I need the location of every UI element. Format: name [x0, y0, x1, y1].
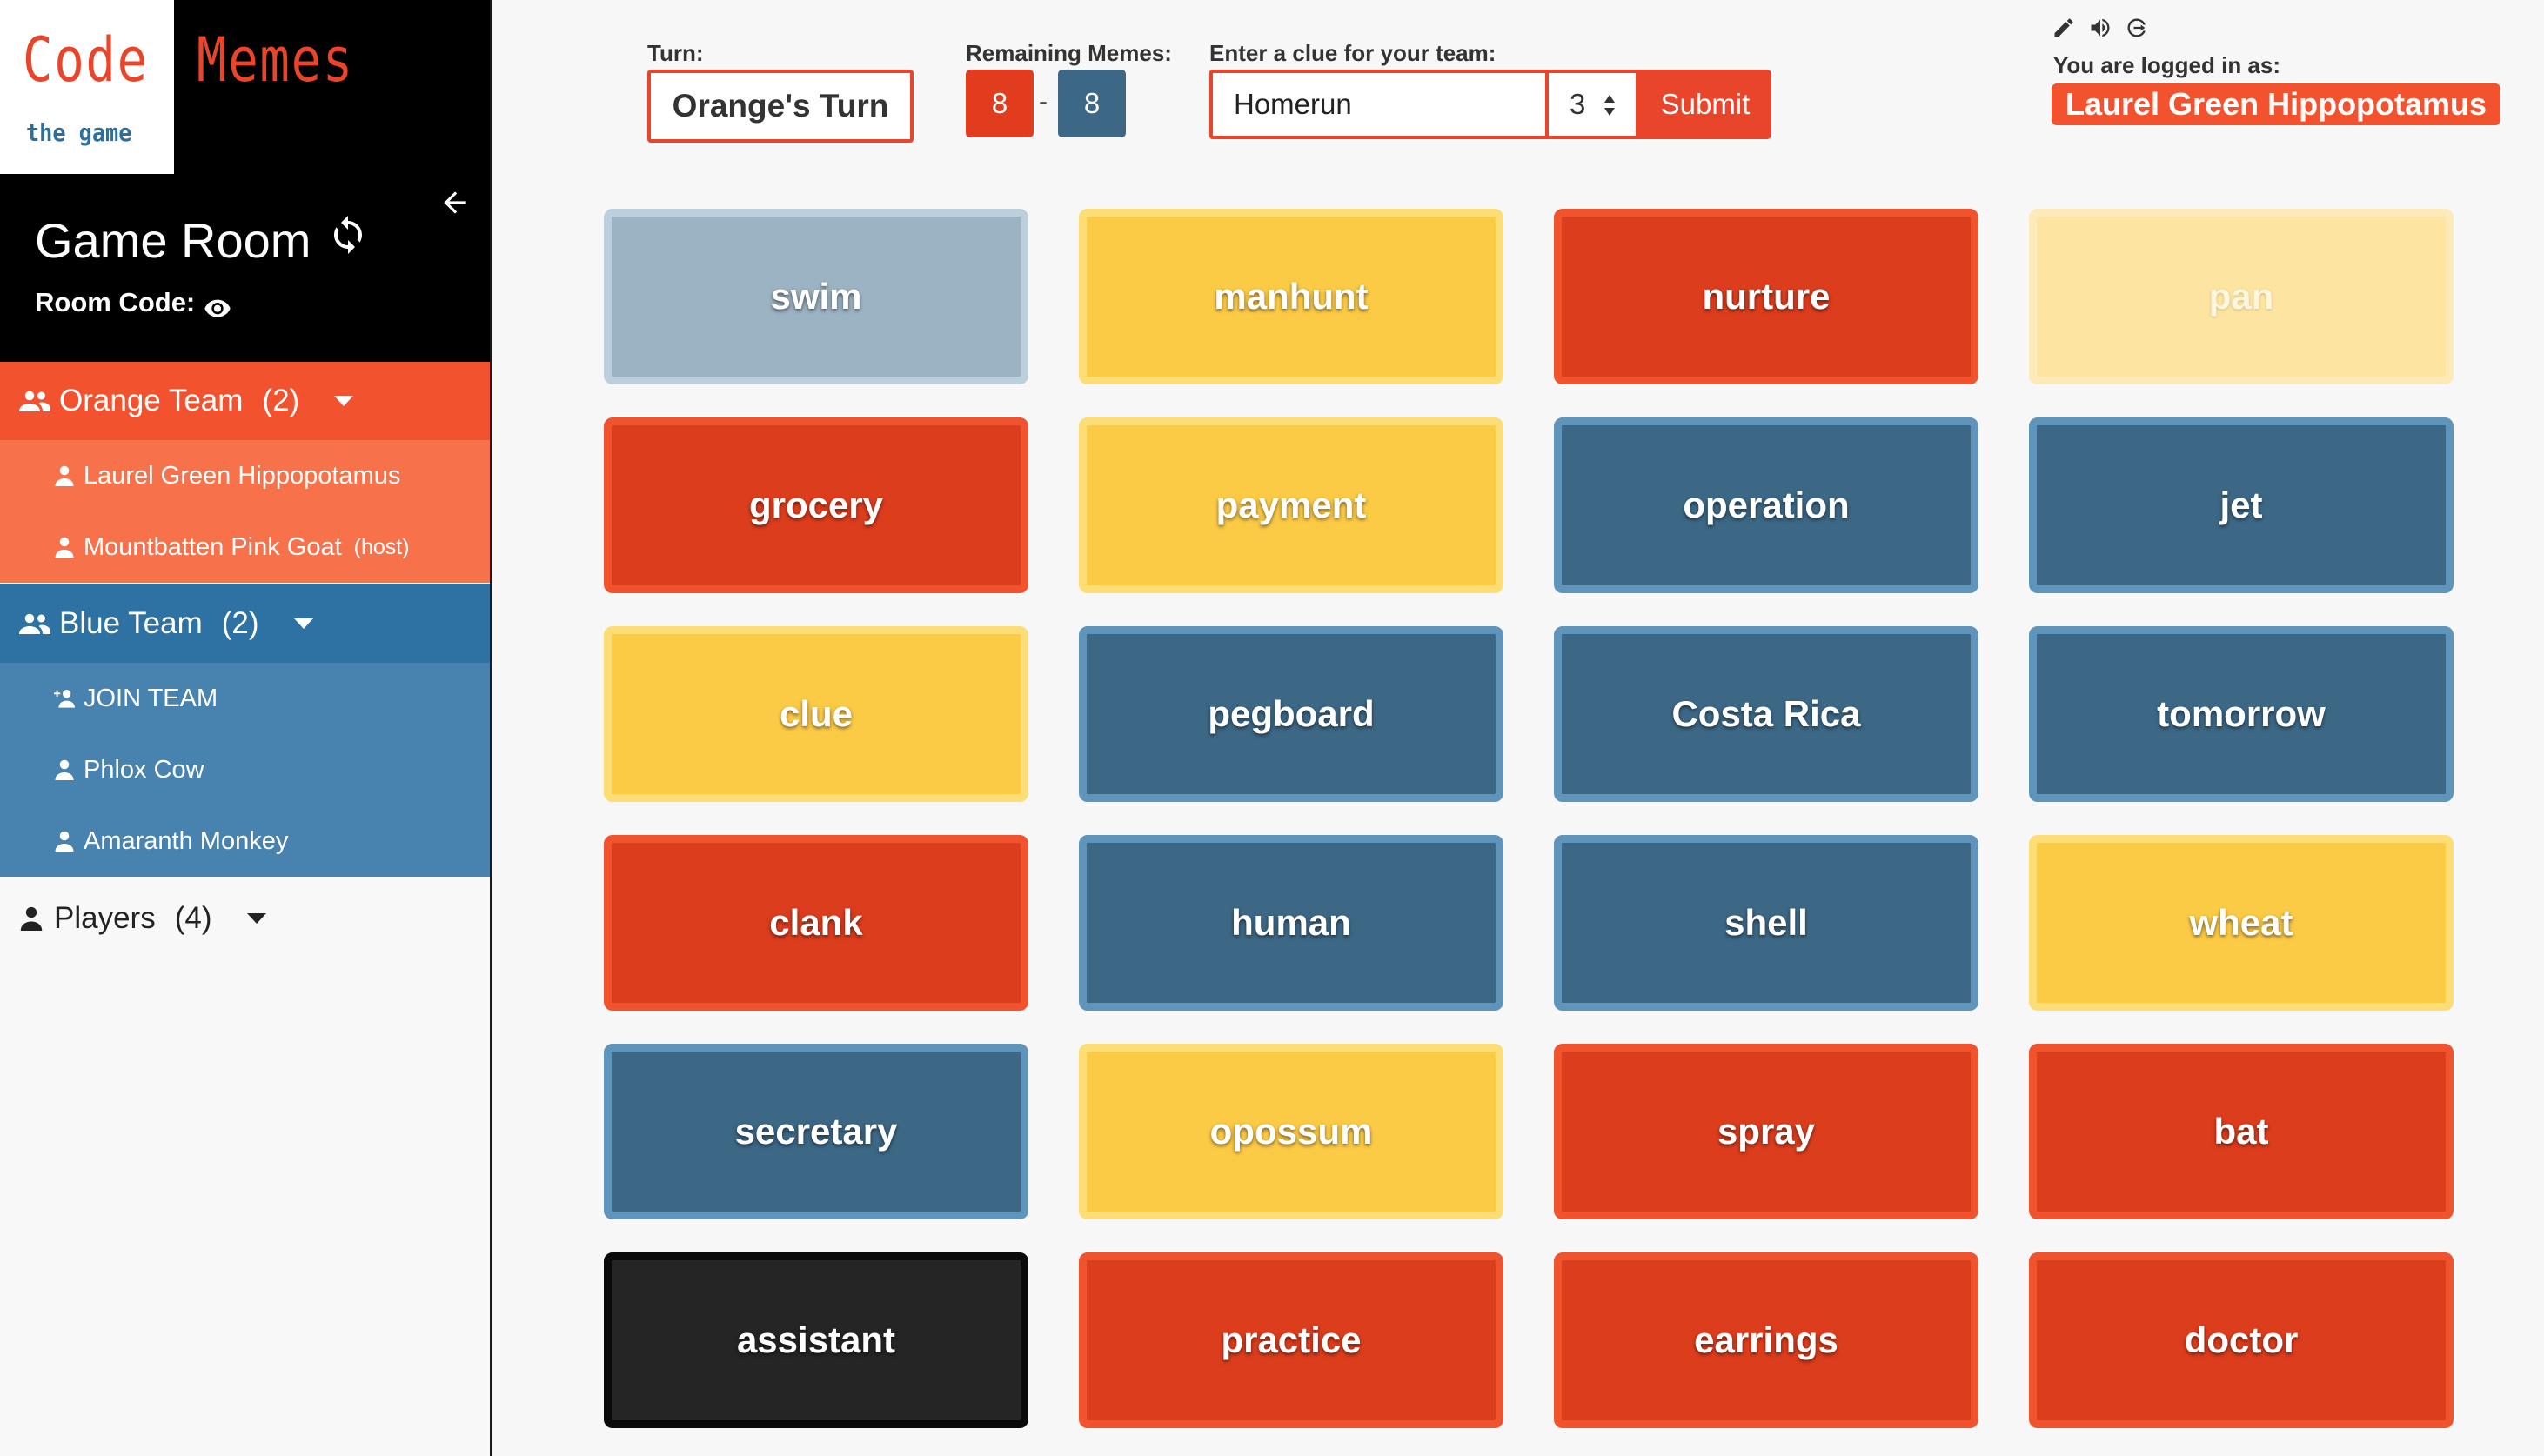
member-name: Laurel Green Hippopotamus	[84, 461, 401, 490]
sidebar: Code Memes the game Game Room Room Code:…	[0, 0, 492, 1456]
word-card[interactable]: secretary	[604, 1044, 1028, 1219]
member-name: Amaranth Monkey	[84, 826, 289, 855]
caret-down-icon	[293, 618, 313, 629]
word-card[interactable]: payment	[1079, 417, 1503, 593]
person-icon	[55, 537, 74, 558]
person-icon	[55, 465, 74, 486]
orange-team-name: Orange Team	[59, 384, 244, 417]
word-card[interactable]: assistant	[604, 1252, 1028, 1428]
submit-clue-button[interactable]: Submit	[1639, 70, 1771, 139]
member-name: Mountbatten Pink Goat	[84, 532, 342, 561]
blue-member-row: Amaranth Monkey	[0, 805, 490, 877]
word-card[interactable]: opossum	[1079, 1044, 1503, 1219]
players-header[interactable]: Players (4)	[0, 878, 490, 958]
clue-count-select[interactable]: 3	[1545, 70, 1639, 139]
word-card[interactable]: wheat	[2029, 835, 2454, 1011]
orange-team-count: (2)	[262, 384, 300, 417]
players-label: Players	[54, 901, 156, 935]
pencil-icon[interactable]	[2052, 16, 2076, 40]
blue-team-count: (2)	[221, 606, 259, 640]
word-card[interactable]: practice	[1079, 1252, 1503, 1428]
logout-icon[interactable]	[2125, 16, 2149, 40]
players-count: (4)	[174, 901, 212, 935]
word-card[interactable]: bat	[2029, 1044, 2454, 1219]
remaining-memes-label: Remaining Memes:	[966, 40, 1172, 66]
word-card[interactable]: clank	[604, 835, 1028, 1011]
room-title: Game Room	[35, 213, 311, 268]
orange-member-row: Mountbatten Pink Goat (host)	[0, 511, 490, 583]
logged-in-label: You are logged in as:	[2053, 52, 2281, 78]
join-team-button[interactable]: JOIN TEAM	[0, 663, 490, 734]
word-card[interactable]: tomorrow	[2029, 626, 2454, 802]
blue-member-row: Phlox Cow	[0, 734, 490, 805]
score-separator: -	[1039, 87, 1048, 116]
game-board: swim manhunt nurture pan grocery payment opera…	[604, 209, 2457, 1432]
word-card[interactable]: nurture	[1554, 209, 1978, 384]
eye-icon[interactable]	[204, 293, 231, 317]
caret-down-icon	[334, 396, 354, 406]
clue-count-value: 3	[1570, 88, 1586, 120]
member-name: Phlox Cow	[84, 755, 204, 784]
word-card[interactable]: pan	[2029, 209, 2454, 384]
logo-word-memes: Memes	[197, 24, 354, 96]
orange-member-row: Laurel Green Hippopotamus	[0, 440, 490, 511]
word-card[interactable]: manhunt	[1079, 209, 1503, 384]
toolbar-icons	[2052, 16, 2149, 40]
host-tag: (host)	[353, 534, 410, 559]
word-card[interactable]: jet	[2029, 417, 2454, 593]
room-code: Room Code:	[35, 287, 231, 318]
team-icon	[19, 613, 50, 634]
room-code-label: Room Code:	[35, 287, 196, 317]
blue-team-header[interactable]: Blue Team (2)	[0, 584, 490, 663]
logo-word-code: Code	[23, 24, 149, 96]
turn-indicator: Orange's Turn	[647, 70, 914, 143]
orange-remaining-badge: 8	[966, 70, 1034, 137]
word-card[interactable]: shell	[1554, 835, 1978, 1011]
add-person-icon	[54, 690, 75, 708]
turn-label: Turn:	[647, 40, 704, 66]
word-card[interactable]: human	[1079, 835, 1503, 1011]
word-card[interactable]: doctor	[2029, 1252, 2454, 1428]
select-arrows-icon	[1604, 95, 1615, 116]
orange-team-header[interactable]: Orange Team (2)	[0, 362, 490, 440]
person-icon	[55, 759, 74, 780]
word-card[interactable]: Costa Rica	[1554, 626, 1978, 802]
word-card[interactable]: pegboard	[1079, 626, 1503, 802]
sidebar-header: Code Memes the game Game Room Room Code:	[0, 0, 490, 362]
caret-down-icon	[246, 913, 266, 924]
clue-label: Enter a clue for your team:	[1209, 40, 1496, 66]
word-card[interactable]: swim	[604, 209, 1028, 384]
word-card[interactable]: spray	[1554, 1044, 1978, 1219]
collapse-sidebar-arrow-icon[interactable]	[439, 186, 472, 219]
blue-team-name: Blue Team	[59, 606, 203, 640]
join-team-label: JOIN TEAM	[84, 684, 218, 712]
person-icon	[55, 831, 74, 852]
word-card[interactable]: clue	[604, 626, 1028, 802]
word-card[interactable]: operation	[1554, 417, 1978, 593]
word-card[interactable]: grocery	[604, 417, 1028, 593]
person-icon	[20, 906, 43, 931]
current-user-badge: Laurel Green Hippopotamus	[2052, 83, 2501, 125]
clue-input[interactable]	[1209, 70, 1545, 139]
word-card[interactable]: earrings	[1554, 1252, 1978, 1428]
team-icon	[19, 391, 50, 411]
refresh-icon[interactable]	[327, 214, 369, 256]
volume-icon[interactable]	[2088, 16, 2112, 40]
logo-subtitle: the game	[26, 118, 132, 147]
blue-remaining-badge: 8	[1058, 70, 1126, 137]
